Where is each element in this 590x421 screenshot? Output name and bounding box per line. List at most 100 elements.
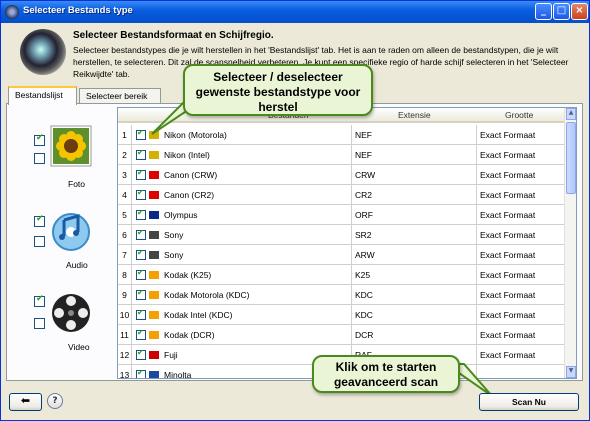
maximize-button[interactable]: □ xyxy=(553,3,570,20)
table-row[interactable]: 5 Olympus ORF Exact Formaat xyxy=(118,205,565,225)
brand-logo-icon xyxy=(149,351,159,359)
audio-checkbox-checked[interactable] xyxy=(34,214,45,227)
brand-logo-icon xyxy=(149,251,159,259)
file-type-name: Kodak Intel (KDC) xyxy=(164,310,233,320)
film-reel-icon xyxy=(52,294,90,332)
column-divider xyxy=(476,285,477,305)
category-label: Audio xyxy=(66,260,88,270)
foto-checkbox[interactable] xyxy=(34,153,45,164)
category-foto: Foto xyxy=(14,125,104,195)
table-row[interactable]: 10 Kodak Intel (KDC) KDC Exact Formaat xyxy=(118,305,565,325)
foto-checkbox-checked[interactable] xyxy=(34,133,45,146)
row-number: 8 xyxy=(118,265,132,285)
brand-logo-icon xyxy=(149,291,159,299)
column-divider xyxy=(351,205,352,225)
file-extension: K25 xyxy=(355,270,371,280)
file-type-name: Sony xyxy=(164,250,184,260)
table-row[interactable]: 3 Canon (CRW) CRW Exact Formaat xyxy=(118,165,565,185)
row-checkbox[interactable] xyxy=(136,308,146,320)
callout-start-scan: Klik om te starten geavanceerd scan xyxy=(312,355,460,393)
row-number: 13 xyxy=(118,365,132,378)
brand-logo-icon xyxy=(149,191,159,199)
window-title: Selecteer Bestands type xyxy=(23,5,133,16)
file-size: Exact Formaat xyxy=(480,210,536,220)
table-row[interactable]: 8 Kodak (K25) K25 Exact Formaat xyxy=(118,265,565,285)
category-audio: Audio xyxy=(14,210,104,280)
row-number: 4 xyxy=(118,185,132,205)
help-button[interactable]: ? xyxy=(47,393,63,409)
file-extension: DCR xyxy=(355,330,374,340)
row-checkbox[interactable] xyxy=(136,368,146,378)
close-button[interactable]: × xyxy=(571,3,588,20)
scroll-down-arrow[interactable]: ▼ xyxy=(566,366,576,378)
column-divider xyxy=(476,265,477,285)
file-size: Exact Formaat xyxy=(480,350,536,360)
app-icon xyxy=(5,5,19,19)
file-extension: SR2 xyxy=(355,230,372,240)
column-header-size[interactable]: Grootte xyxy=(505,110,533,120)
table-row[interactable]: 6 Sony SR2 Exact Formaat xyxy=(118,225,565,245)
row-number: 6 xyxy=(118,225,132,245)
table-row[interactable]: 2 Nikon (Intel) NEF Exact Formaat xyxy=(118,145,565,165)
row-number: 12 xyxy=(118,345,132,365)
table-row[interactable]: 11 Kodak (DCR) DCR Exact Formaat xyxy=(118,325,565,345)
column-divider xyxy=(476,245,477,265)
file-size: Exact Formaat xyxy=(480,150,536,160)
row-checkbox[interactable] xyxy=(136,288,146,300)
column-divider xyxy=(351,265,352,285)
brand-logo-icon xyxy=(149,211,159,219)
file-type-name: Olympus xyxy=(164,210,198,220)
row-checkbox[interactable] xyxy=(136,228,146,240)
column-header-extension[interactable]: Extensie xyxy=(398,110,431,120)
row-checkbox[interactable] xyxy=(136,268,146,280)
row-checkbox[interactable] xyxy=(136,208,146,220)
brand-logo-icon xyxy=(149,271,159,279)
tab-bestandslijst[interactable]: Bestandslijst xyxy=(8,86,77,105)
row-checkbox[interactable] xyxy=(136,248,146,260)
vertical-scrollbar[interactable]: ▲ ▼ xyxy=(564,108,576,378)
column-divider xyxy=(351,125,352,145)
back-button[interactable]: ⬅ xyxy=(9,393,42,411)
column-divider xyxy=(351,145,352,165)
column-divider xyxy=(476,125,477,145)
column-divider xyxy=(351,245,352,265)
back-arrow-icon: ⬅ xyxy=(20,395,31,407)
table-row[interactable]: 9 Kodak Motorola (KDC) KDC Exact Formaat xyxy=(118,285,565,305)
row-checkbox[interactable] xyxy=(136,328,146,340)
scroll-up-arrow[interactable]: ▲ xyxy=(566,108,576,120)
brand-logo-icon xyxy=(149,331,159,339)
column-divider xyxy=(351,225,352,245)
row-checkbox[interactable] xyxy=(136,348,146,360)
row-checkbox[interactable] xyxy=(136,188,146,200)
title-bar[interactable]: Selecteer Bestands type _ □ × xyxy=(1,1,589,23)
row-checkbox[interactable] xyxy=(136,148,146,160)
minimize-button[interactable]: _ xyxy=(535,3,552,20)
row-number: 1 xyxy=(118,125,132,145)
column-divider xyxy=(351,185,352,205)
scan-now-button[interactable]: Scan Nu xyxy=(479,393,579,411)
file-extension: NEF xyxy=(355,150,372,160)
video-checkbox[interactable] xyxy=(34,318,45,329)
row-number: 10 xyxy=(118,305,132,325)
brand-logo-icon xyxy=(149,371,159,378)
table-row[interactable]: 4 Canon (CR2) CR2 Exact Formaat xyxy=(118,185,565,205)
row-checkbox[interactable] xyxy=(136,168,146,180)
row-number: 3 xyxy=(118,165,132,185)
file-size: Exact Formaat xyxy=(480,270,536,280)
category-label: Foto xyxy=(68,179,86,189)
scroll-thumb[interactable] xyxy=(566,122,576,194)
table-row[interactable]: 7 Sony ARW Exact Formaat xyxy=(118,245,565,265)
row-checkbox[interactable] xyxy=(136,128,146,140)
row-number: 2 xyxy=(118,145,132,165)
file-size: Exact Formaat xyxy=(480,190,536,200)
file-size: Exact Formaat xyxy=(480,170,536,180)
file-type-name: Kodak (DCR) xyxy=(164,330,215,340)
video-checkbox-checked[interactable] xyxy=(34,294,45,307)
brand-logo-icon xyxy=(149,151,159,159)
audio-checkbox[interactable] xyxy=(34,236,45,247)
file-extension: NEF xyxy=(355,130,372,140)
column-divider xyxy=(476,225,477,245)
column-divider xyxy=(351,165,352,185)
row-number: 5 xyxy=(118,205,132,225)
file-size: Exact Formaat xyxy=(480,250,536,260)
